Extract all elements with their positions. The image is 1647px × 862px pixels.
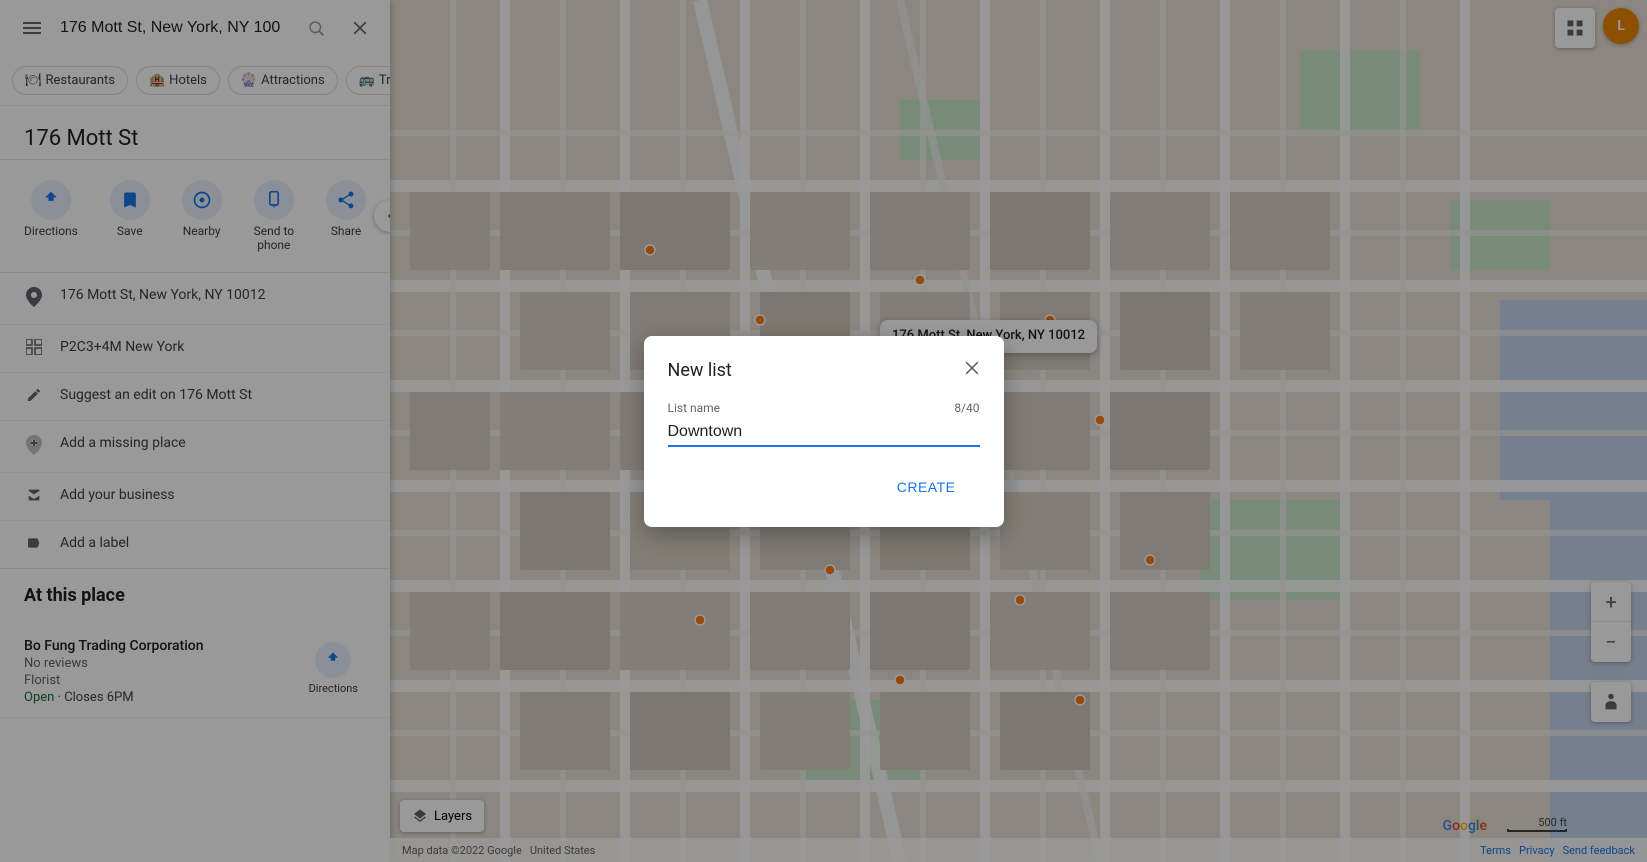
list-name-label-text: List name — [668, 401, 721, 415]
char-count-display: 8/40 — [954, 401, 979, 415]
create-list-button[interactable]: CREATE — [873, 471, 980, 503]
new-list-dialog: New list List name 8/40 CREATE — [644, 336, 1004, 527]
list-name-input[interactable] — [668, 419, 980, 445]
modal-title: New list — [668, 360, 980, 381]
modal-actions: CREATE — [668, 471, 980, 503]
list-name-label: List name 8/40 — [668, 401, 980, 415]
list-name-input-wrapper — [668, 419, 980, 447]
modal-close-button[interactable] — [956, 352, 988, 384]
modal-overlay[interactable]: New list List name 8/40 CREATE — [0, 0, 1647, 862]
